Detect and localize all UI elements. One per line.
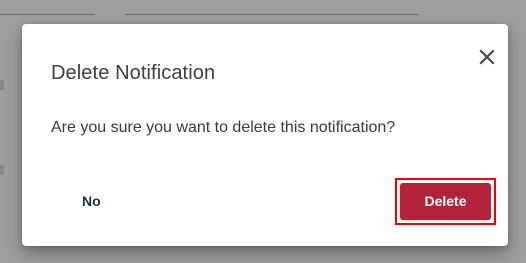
dialog-message: Are you sure you want to delete this not… bbox=[51, 119, 396, 136]
close-button[interactable] bbox=[474, 44, 500, 70]
delete-button-highlight: Delete bbox=[395, 178, 496, 225]
background-divider bbox=[0, 14, 95, 15]
background-divider bbox=[125, 14, 418, 15]
background-text-fragment bbox=[0, 80, 4, 90]
dialog-title: Delete Notification bbox=[51, 62, 216, 84]
delete-notification-dialog: Delete Notification Are you sure you wan… bbox=[22, 24, 508, 246]
close-icon bbox=[479, 49, 495, 65]
background-text-fragment bbox=[0, 165, 4, 175]
no-button[interactable]: No bbox=[70, 184, 113, 218]
delete-button[interactable]: Delete bbox=[400, 183, 491, 220]
